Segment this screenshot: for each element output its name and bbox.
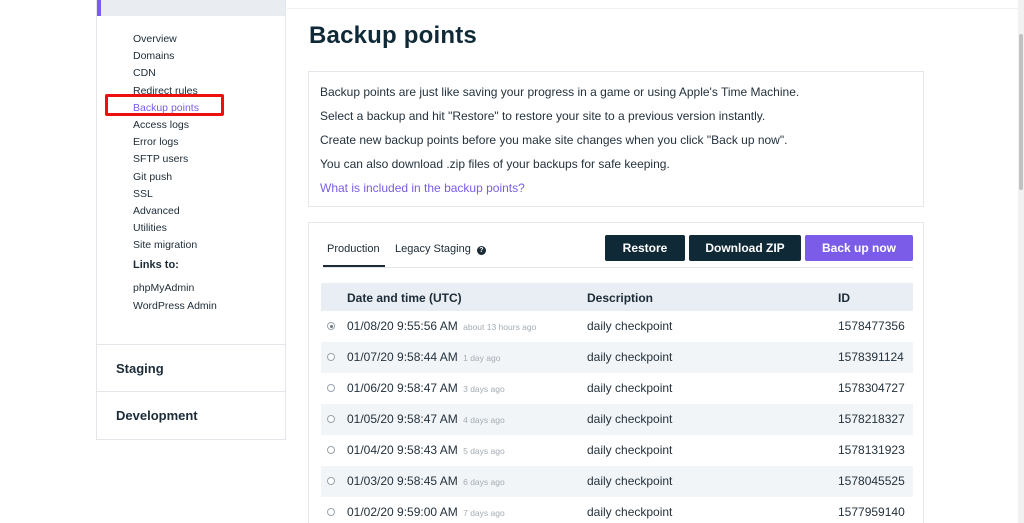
- row-date-value: 01/02/20 9:59:00 AM: [347, 505, 458, 519]
- row-date-value: 01/03/20 9:58:45 AM: [347, 474, 458, 488]
- sidebar-item-ssl[interactable]: SSL: [133, 186, 199, 203]
- row-radio[interactable]: [327, 446, 335, 454]
- column-header-id: ID: [838, 291, 850, 305]
- sidebar-divider: [97, 391, 285, 392]
- row-description: daily checkpoint: [587, 381, 673, 395]
- table-row[interactable]: 01/04/20 9:58:43 AM 5 days ago daily che…: [321, 435, 913, 466]
- row-description: daily checkpoint: [587, 350, 673, 364]
- row-date: 01/04/20 9:58:43 AM 5 days ago: [347, 443, 505, 457]
- row-description: daily checkpoint: [587, 474, 673, 488]
- row-relative-time: 7 days ago: [463, 508, 505, 518]
- table-row[interactable]: 01/08/20 9:55:56 AM about 13 hours ago d…: [321, 311, 913, 342]
- sidebar-item-sftp-users[interactable]: SFTP users: [133, 151, 199, 168]
- row-id: 1578218327: [838, 412, 905, 426]
- column-header-date: Date and time (UTC): [347, 291, 462, 305]
- sidebar-item-access-logs[interactable]: Access logs: [133, 117, 199, 134]
- row-radio[interactable]: [327, 415, 335, 423]
- sidebar-item-utilities[interactable]: Utilities: [133, 220, 199, 237]
- row-radio[interactable]: [327, 322, 335, 330]
- restore-button[interactable]: Restore: [605, 235, 685, 261]
- top-divider: [287, 8, 1024, 9]
- row-id: 1577959140: [838, 505, 905, 519]
- sidebar-item-cdn[interactable]: CDN: [133, 65, 199, 82]
- link-phpmyadmin[interactable]: phpMyAdmin: [133, 280, 217, 298]
- table-row[interactable]: 01/05/20 9:58:47 AM 4 days ago daily che…: [321, 404, 913, 435]
- row-date-value: 01/06/20 9:58:47 AM: [347, 381, 458, 395]
- external-links: phpMyAdmin WordPress Admin: [133, 280, 217, 315]
- row-id: 1578131923: [838, 443, 905, 457]
- table-header: Date and time (UTC) Description ID: [321, 283, 913, 311]
- info-text: You can also download .zip files of your…: [320, 157, 670, 171]
- sidebar-item-error-logs[interactable]: Error logs: [133, 134, 199, 151]
- table-row[interactable]: 01/06/20 9:58:47 AM 3 days ago daily che…: [321, 373, 913, 404]
- row-radio[interactable]: [327, 353, 335, 361]
- row-relative-time: 5 days ago: [463, 446, 505, 456]
- row-date: 01/05/20 9:58:47 AM 4 days ago: [347, 412, 505, 426]
- download-zip-button[interactable]: Download ZIP: [689, 235, 801, 261]
- tab-bar-divider: [323, 267, 913, 268]
- sidebar-item-domains[interactable]: Domains: [133, 48, 199, 65]
- table-row[interactable]: 01/03/20 9:58:45 AM 6 days ago daily che…: [321, 466, 913, 497]
- info-text: Select a backup and hit "Restore" to res…: [320, 109, 766, 123]
- row-description: daily checkpoint: [587, 505, 673, 519]
- row-date-value: 01/07/20 9:58:44 AM: [347, 350, 458, 364]
- row-description: daily checkpoint: [587, 319, 673, 333]
- links-heading: Links to:: [133, 259, 179, 271]
- table-row[interactable]: 01/02/20 9:59:00 AM 7 days ago daily che…: [321, 497, 913, 523]
- row-date: 01/03/20 9:58:45 AM 6 days ago: [347, 474, 505, 488]
- column-header-description: Description: [587, 291, 654, 305]
- sidebar-divider: [97, 344, 285, 345]
- backup-info-link[interactable]: What is included in the backup points?: [320, 181, 525, 195]
- sidebar-item-advanced[interactable]: Advanced: [133, 203, 199, 220]
- table-row[interactable]: 01/07/20 9:58:44 AM 1 day ago daily chec…: [321, 342, 913, 373]
- row-id: 1578391124: [838, 350, 904, 364]
- row-date: 01/06/20 9:58:47 AM 3 days ago: [347, 381, 505, 395]
- tab-legacy-staging[interactable]: Legacy Staging?: [395, 243, 486, 255]
- row-relative-time: 6 days ago: [463, 477, 505, 487]
- row-radio[interactable]: [327, 508, 335, 516]
- row-date-value: 01/05/20 9:58:47 AM: [347, 412, 458, 426]
- info-box: Backup points are just like saving your …: [308, 71, 924, 207]
- row-radio[interactable]: [327, 477, 335, 485]
- row-id: 1578045525: [838, 474, 905, 488]
- row-date: 01/08/20 9:55:56 AM about 13 hours ago: [347, 319, 536, 333]
- row-relative-time: 1 day ago: [463, 353, 501, 363]
- row-id: 1578304727: [838, 381, 905, 395]
- sidebar-nav: Overview Domains CDN Redirect rules Back…: [133, 31, 199, 255]
- info-text: Create new backup points before you make…: [320, 133, 788, 147]
- sidebar-item-git-push[interactable]: Git push: [133, 169, 199, 186]
- row-relative-time: 4 days ago: [463, 415, 505, 425]
- row-radio[interactable]: [327, 384, 335, 392]
- tab-production[interactable]: Production: [327, 243, 380, 255]
- row-description: daily checkpoint: [587, 412, 673, 426]
- sidebar-section-development[interactable]: Development: [116, 408, 198, 423]
- sidebar-section-staging[interactable]: Staging: [116, 361, 164, 376]
- help-icon[interactable]: ?: [476, 246, 486, 255]
- sidebar-item-overview[interactable]: Overview: [133, 31, 199, 48]
- page-title: Backup points: [309, 22, 477, 49]
- row-date: 01/07/20 9:58:44 AM 1 day ago: [347, 350, 500, 364]
- row-date: 01/02/20 9:59:00 AM 7 days ago: [347, 505, 505, 519]
- page-scrollbar[interactable]: [1018, 0, 1024, 523]
- info-text: Backup points are just like saving your …: [320, 85, 800, 99]
- row-relative-time: about 13 hours ago: [463, 322, 537, 332]
- highlight-annotation: [105, 94, 224, 116]
- link-wordpress-admin[interactable]: WordPress Admin: [133, 298, 217, 316]
- sidebar: Overview Domains CDN Redirect rules Back…: [96, 0, 286, 440]
- tab-legacy-staging-label: Legacy Staging: [395, 243, 471, 255]
- back-up-now-button[interactable]: Back up now: [805, 235, 913, 261]
- row-date-value: 01/08/20 9:55:56 AM: [347, 319, 458, 333]
- row-date-value: 01/04/20 9:58:43 AM: [347, 443, 458, 457]
- scrollbar-thumb[interactable]: [1019, 34, 1023, 190]
- backups-table: Date and time (UTC) Description ID 01/08…: [321, 283, 913, 523]
- row-relative-time: 3 days ago: [463, 384, 505, 394]
- row-description: daily checkpoint: [587, 443, 673, 457]
- sidebar-active-site-tab[interactable]: [97, 0, 285, 16]
- row-id: 1578477356: [838, 319, 905, 333]
- sidebar-item-site-migration[interactable]: Site migration: [133, 237, 199, 254]
- backups-panel: Production Legacy Staging? Restore Downl…: [308, 222, 924, 523]
